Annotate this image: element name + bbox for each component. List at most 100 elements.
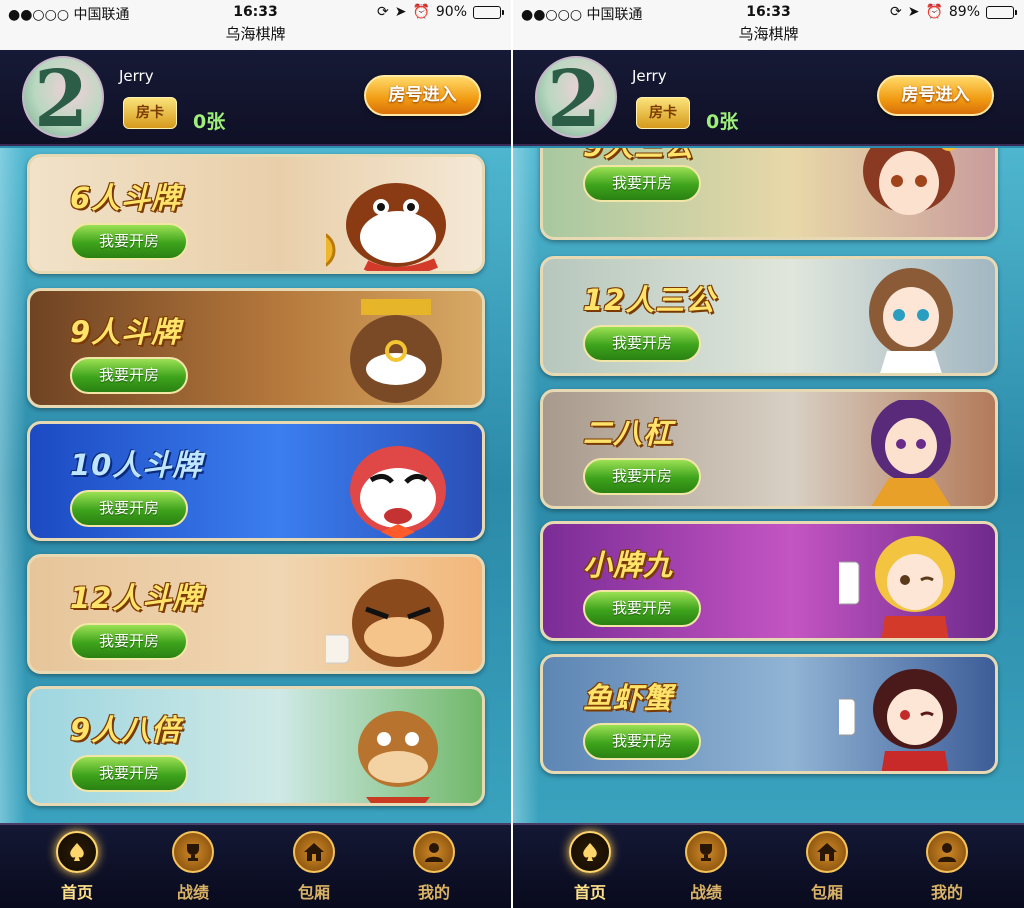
avatar[interactable]: 2: [535, 56, 617, 138]
tab-me[interactable]: 我的: [902, 831, 992, 907]
enter-room-button[interactable]: 房号进入: [877, 75, 994, 116]
game-banner-yuxiaxie[interactable]: 鱼虾蟹 我要开房: [540, 654, 998, 774]
anime-girl-icon: [863, 148, 957, 215]
cartoon-cow-icon: [350, 446, 446, 538]
anime-girl-icon: [871, 400, 951, 506]
house-icon: [806, 831, 848, 873]
tab-label: 包厢: [297, 883, 330, 902]
tab-private-room[interactable]: 包厢: [782, 831, 872, 907]
status-bar: ●●○○○ 中国联通 16:33 ⟳ ➤ ⏰ 89% 乌海棋牌: [513, 0, 1024, 50]
anime-girl-icon: [839, 669, 957, 771]
open-room-button[interactable]: 我要开房: [70, 490, 188, 527]
open-room-button[interactable]: 我要开房: [583, 590, 701, 627]
game-title: 9人八倍: [70, 713, 182, 747]
tab-record[interactable]: 战绩: [148, 831, 238, 907]
location-icon: ➤: [394, 4, 407, 20]
anime-girl-icon: [869, 268, 953, 373]
open-room-button[interactable]: 我要开房: [583, 723, 701, 760]
background-scenery: [0, 148, 26, 823]
tab-label: 包厢: [810, 883, 843, 902]
game-banner-6-douniu[interactable]: 6人斗牌 我要开房: [27, 154, 485, 274]
cartoon-cow-icon: [326, 183, 446, 271]
bottom-tab-bar: 首页 战绩 包厢 我的: [513, 823, 1024, 908]
house-icon: [293, 831, 335, 873]
game-title: 6人斗牌: [70, 181, 182, 215]
cartoon-cow-icon: [358, 711, 438, 803]
open-room-button[interactable]: 我要开房: [70, 357, 188, 394]
game-title: 鱼虾蟹: [583, 681, 674, 715]
tab-label: 我的: [417, 883, 450, 902]
tab-label: 我的: [930, 883, 963, 902]
open-room-button[interactable]: 我要开房: [70, 223, 188, 260]
room-card-count: 0张: [706, 111, 739, 133]
game-list[interactable]: 6人斗牌 我要开房 9人斗牌 我要开房 10人斗牌 我要开房 12人斗牌 我要开…: [0, 148, 511, 823]
game-title: 9人斗牌: [70, 315, 182, 349]
avatar[interactable]: 2: [22, 56, 104, 138]
game-banner-erbagang[interactable]: 二八杠 我要开房: [540, 389, 998, 509]
user-icon: [413, 831, 455, 873]
status-bar: ●●○○○ 中国联通 16:33 ⟳ ➤ ⏰ 90% 乌海棋牌: [0, 0, 511, 50]
game-list[interactable]: 9人三公 我要开房 12人三公 我要开房 二八杠 我要开房: [513, 148, 1024, 823]
tab-label: 战绩: [176, 883, 209, 902]
phone-screen-right: ●●○○○ 中国联通 16:33 ⟳ ➤ ⏰ 89% 乌海棋牌 2 Jerry …: [513, 0, 1024, 908]
status-indicators: ⟳ ➤ ⏰ 89%: [889, 4, 1017, 20]
cartoon-bull-icon: [350, 299, 442, 403]
enter-room-button[interactable]: 房号进入: [364, 75, 481, 116]
game-banner-9-babei[interactable]: 9人八倍 我要开房: [27, 686, 485, 806]
tab-label: 战绩: [689, 883, 722, 902]
game-banner-9-sangong[interactable]: 9人三公 我要开房: [540, 148, 998, 240]
tab-me[interactable]: 我的: [389, 831, 479, 907]
game-title: 小牌九: [583, 548, 674, 582]
battery-icon: [986, 5, 1017, 19]
app-title: 乌海棋牌: [225, 25, 286, 43]
game-banner-xiaopaijiu[interactable]: 小牌九 我要开房: [540, 521, 998, 641]
trophy-icon: [172, 831, 214, 873]
game-banner-12-douniu[interactable]: 12人斗牌 我要开房: [27, 554, 485, 674]
bottom-tab-bar: 首页 战绩 包厢 我的: [0, 823, 511, 908]
room-card-count: 0张: [193, 111, 226, 133]
avatar-glyph: 2: [547, 56, 602, 138]
battery-percent: 89%: [948, 4, 980, 20]
open-room-button[interactable]: 我要开房: [583, 325, 701, 362]
room-card-badge: 房卡: [123, 97, 177, 129]
game-banner-10-douniu[interactable]: 10人斗牌 我要开房: [27, 421, 485, 541]
user-header: 2 Jerry 房卡 0张 房号进入: [513, 50, 1024, 146]
orientation-lock-icon: ⟳: [889, 4, 902, 20]
user-header: 2 Jerry 房卡 0张 房号进入: [0, 50, 511, 146]
spade-icon: [56, 831, 98, 873]
tab-private-room[interactable]: 包厢: [269, 831, 359, 907]
avatar-glyph: 2: [34, 56, 89, 138]
phone-screen-left: ●●○○○ 中国联通 16:33 ⟳ ➤ ⏰ 90% 乌海棋牌 2 Jerry …: [0, 0, 511, 908]
orientation-lock-icon: ⟳: [376, 4, 389, 20]
game-title: 9人三公: [583, 148, 694, 165]
game-title: 12人斗牌: [70, 581, 203, 615]
tab-home[interactable]: 首页: [32, 831, 122, 907]
username: Jerry: [119, 67, 154, 85]
tab-home[interactable]: 首页: [545, 831, 635, 907]
battery-percent: 90%: [435, 4, 467, 20]
room-card-badge: 房卡: [636, 97, 690, 129]
app-title: 乌海棋牌: [738, 25, 799, 43]
tab-label: 首页: [573, 883, 606, 902]
game-title: 12人三公: [583, 283, 716, 317]
anime-girl-icon: [839, 536, 955, 638]
username: Jerry: [632, 67, 667, 85]
game-banner-9-douniu[interactable]: 9人斗牌 我要开房: [27, 288, 485, 408]
alarm-icon: ⏰: [412, 4, 430, 20]
tab-record[interactable]: 战绩: [661, 831, 751, 907]
alarm-icon: ⏰: [925, 4, 943, 20]
game-banner-12-sangong[interactable]: 12人三公 我要开房: [540, 256, 998, 376]
status-indicators: ⟳ ➤ ⏰ 90%: [376, 4, 504, 20]
game-title: 10人斗牌: [70, 448, 203, 482]
open-room-button[interactable]: 我要开房: [583, 458, 701, 495]
tab-label: 首页: [60, 883, 93, 902]
cartoon-bull-icon: [326, 579, 444, 667]
open-room-button[interactable]: 我要开房: [583, 165, 701, 202]
trophy-icon: [685, 831, 727, 873]
game-title: 二八杠: [583, 416, 674, 450]
battery-icon: [473, 5, 504, 19]
user-icon: [926, 831, 968, 873]
open-room-button[interactable]: 我要开房: [70, 623, 188, 660]
open-room-button[interactable]: 我要开房: [70, 755, 188, 792]
spade-icon: [569, 831, 611, 873]
